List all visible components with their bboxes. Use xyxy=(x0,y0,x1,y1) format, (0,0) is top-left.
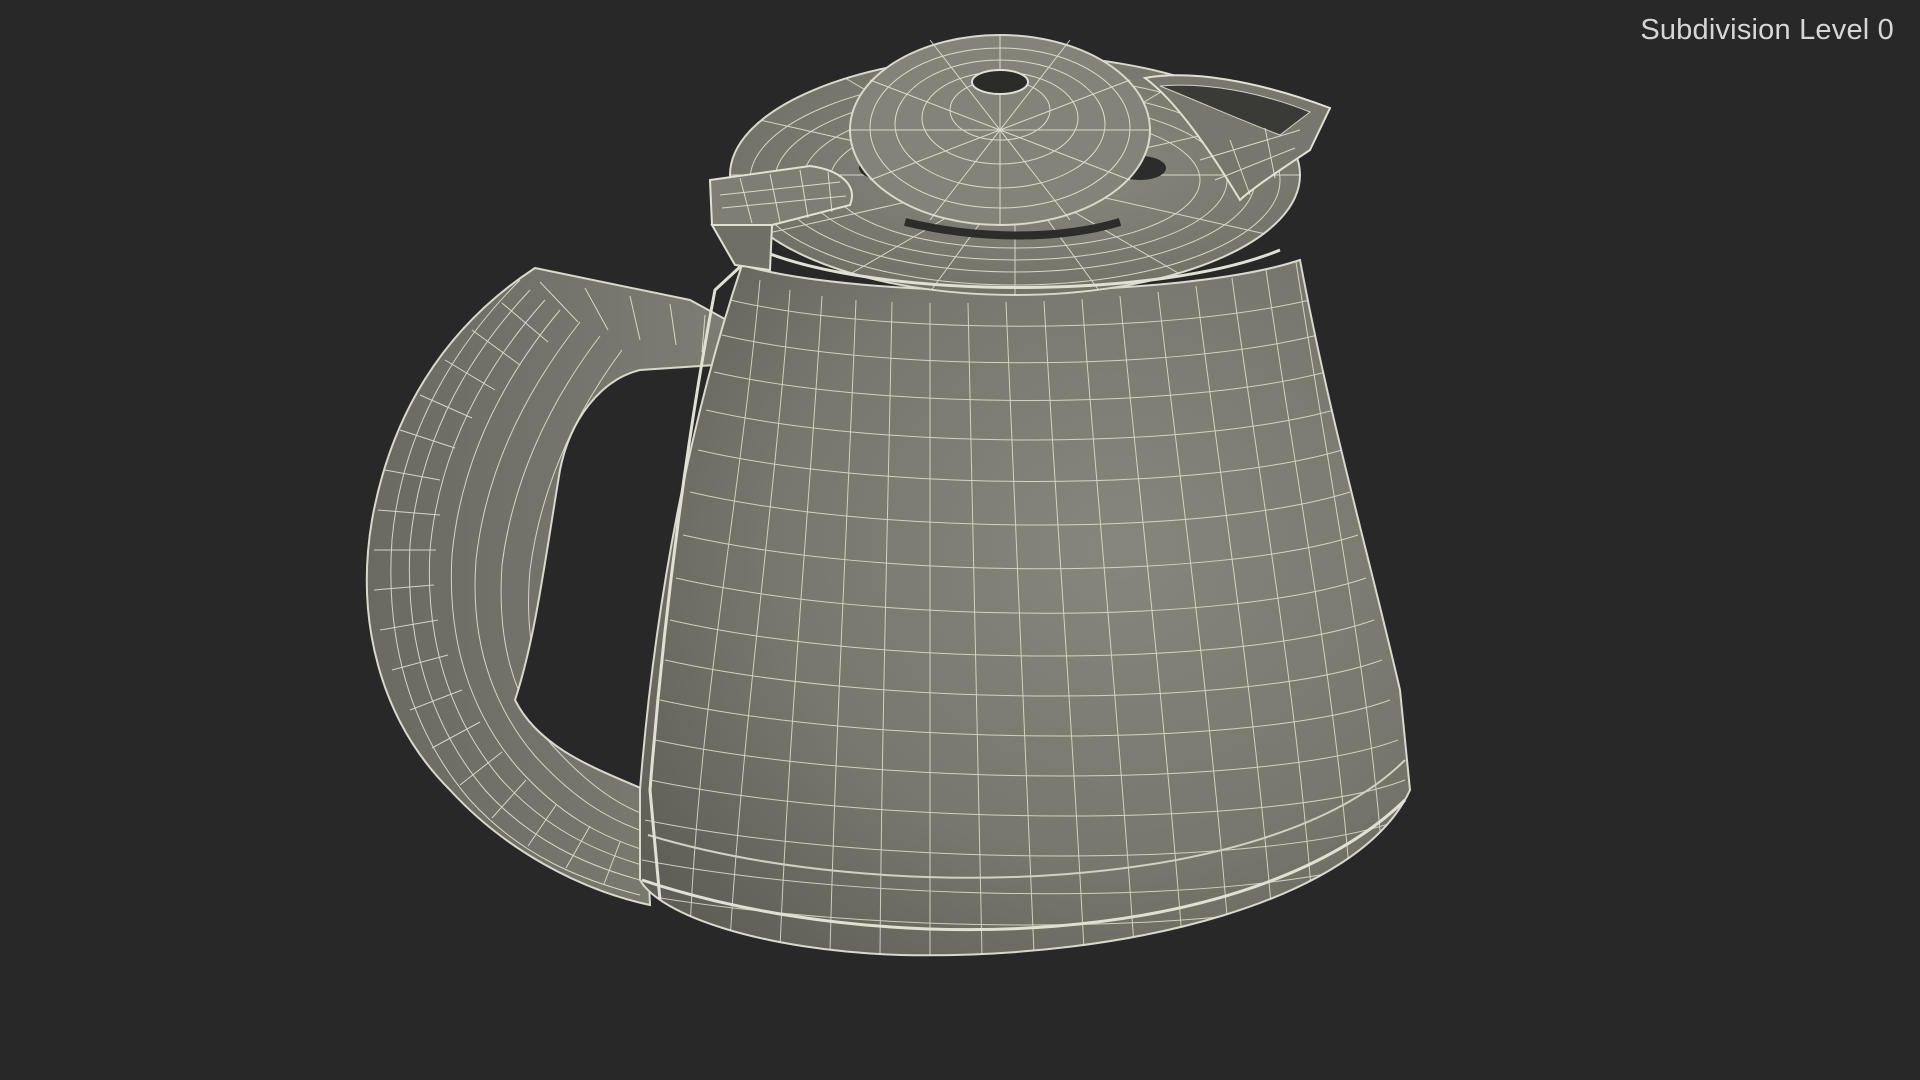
subdivision-level-label: Subdivision Level 0 xyxy=(1640,14,1894,46)
render-viewport: Subdivision Level 0 xyxy=(0,0,1920,1080)
knob-hole xyxy=(971,69,1029,95)
lid-knob xyxy=(849,34,1151,226)
kettle-render xyxy=(365,34,1412,957)
kettle-body xyxy=(639,258,1412,957)
